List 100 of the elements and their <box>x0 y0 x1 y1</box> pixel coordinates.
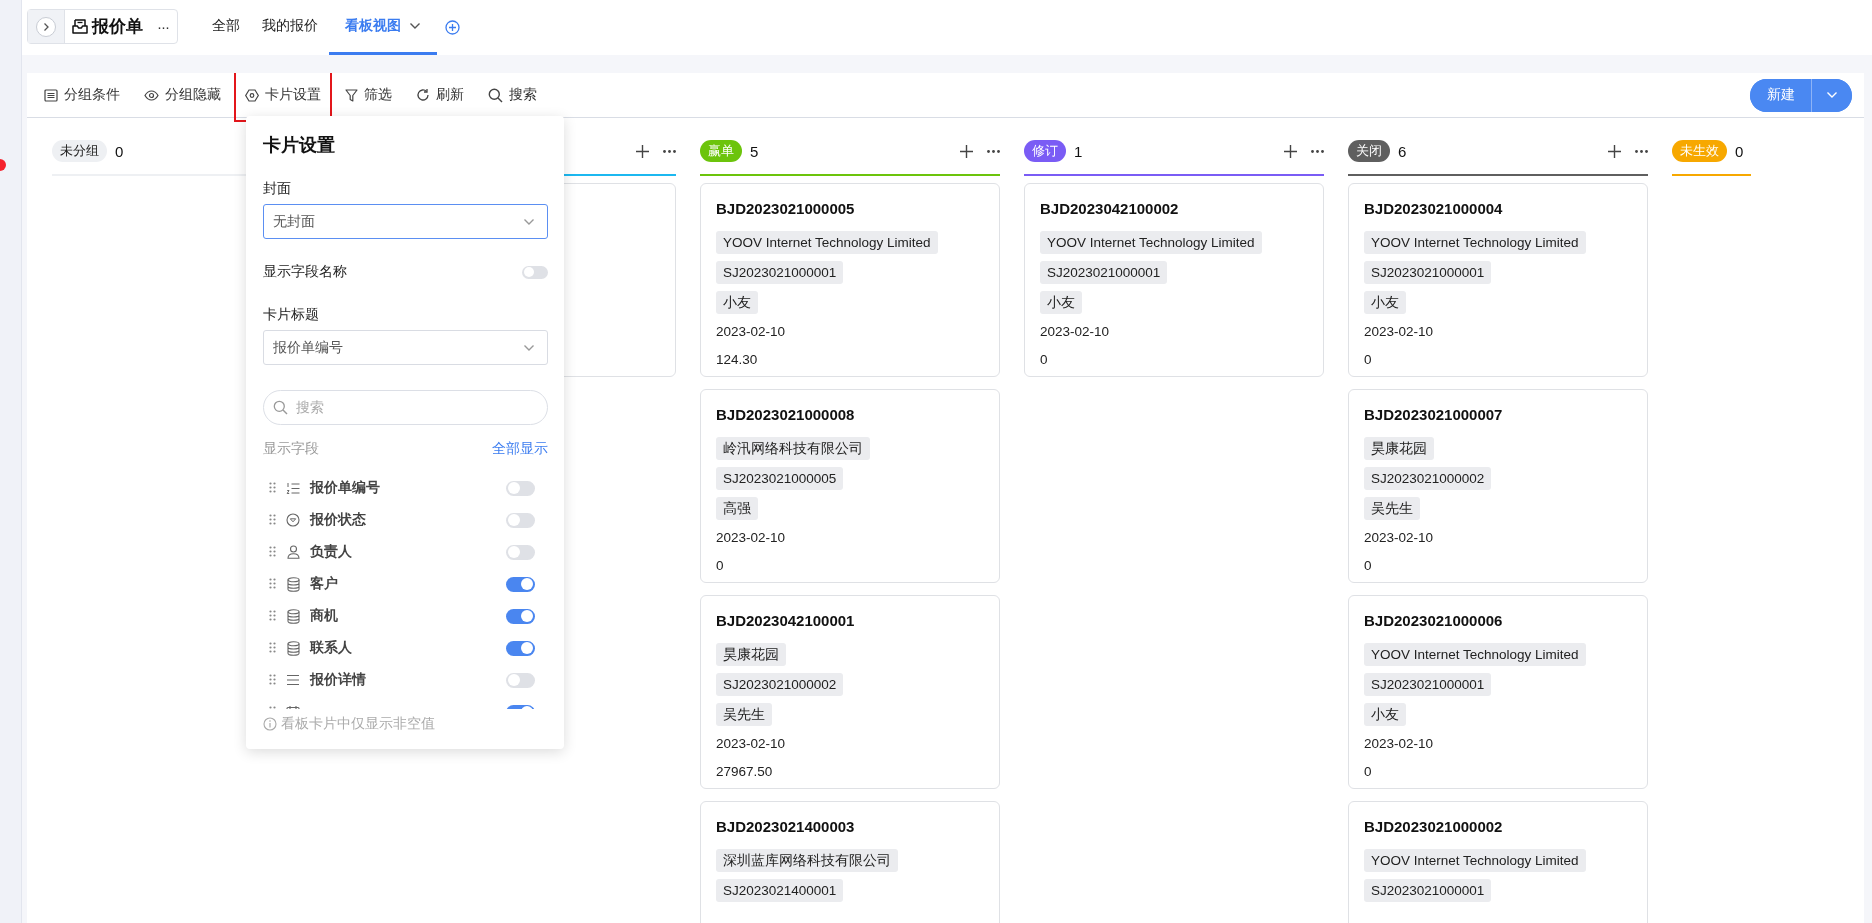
search-field[interactable]: 搜索 <box>263 390 548 425</box>
status-badge: 赢单 <box>700 140 742 162</box>
field-name: 联系人 <box>310 639 353 657</box>
toggle-switch[interactable] <box>506 608 535 624</box>
record-card[interactable]: BJD2023021000007 昊康花园 SJ2023021000002 吴先生 2023-02-10 0 <box>1348 389 1648 583</box>
field-tag: 小友 <box>716 291 758 314</box>
record-card[interactable]: BJD2023042100002 YOOV Internet Technology Limited SJ2023021000001 小友 2023-02-10 0 <box>1024 183 1324 377</box>
drag-handle-icon[interactable] <box>269 674 276 685</box>
add-view-icon[interactable] <box>445 20 460 35</box>
card-count: 6 <box>1398 142 1407 160</box>
card-title: BJD2023042100002 <box>1040 199 1180 219</box>
date-text: 2023-02-10 <box>716 735 787 753</box>
status-badge: 未生效 <box>1672 140 1727 162</box>
chevron-down-icon <box>523 217 535 226</box>
field-tag: 昊康花园 <box>716 643 786 666</box>
chevron-down-icon <box>409 22 421 30</box>
date-text: 2023-02-10 <box>1364 735 1435 753</box>
view-tab[interactable]: 看板视图 <box>329 0 437 55</box>
status-badge: 修订 <box>1024 140 1066 162</box>
settings-icon <box>245 88 259 102</box>
add-card-button[interactable] <box>1284 144 1297 158</box>
record-card[interactable]: BJD2023021000002 YOOV Internet Technology Limited SJ2023021000001 <box>1348 801 1648 923</box>
toggle-switch[interactable] <box>506 640 535 656</box>
field-tag: SJ2023021400001 <box>716 879 844 902</box>
more-icon <box>1635 149 1648 153</box>
field-name: 商机 <box>310 607 339 625</box>
card-title: BJD2023021000005 <box>716 199 856 219</box>
page-title: 报价单 <box>92 16 143 38</box>
lines-icon <box>286 674 300 686</box>
more-button[interactable]: ··· <box>157 18 169 35</box>
field-tag: 吴先生 <box>1364 497 1420 520</box>
database-icon <box>286 608 300 624</box>
record-card[interactable]: BJD2023021400003 深圳蓝库网络科技有限公司 SJ2023021400001 <box>700 801 1000 923</box>
record-card[interactable]: BJD2023021000006 YOOV Internet Technology Limited SJ2023021000001 小友 2023-02-10 0 <box>1348 595 1648 789</box>
field-name: 报价详情 <box>310 671 367 689</box>
more-icon <box>1311 149 1324 153</box>
more-icon <box>987 149 1000 153</box>
toggle-switch[interactable] <box>506 512 535 528</box>
status-badge: 关闭 <box>1348 140 1390 162</box>
toggle-switch[interactable] <box>506 672 535 688</box>
field-tag: SJ2023021000001 <box>1364 673 1492 696</box>
add-card-button[interactable] <box>1608 144 1621 158</box>
field-tag: SJ2023021000001 <box>1364 879 1492 902</box>
amount-text: 27967.50 <box>716 763 774 781</box>
drag-handle-icon[interactable] <box>269 578 276 589</box>
toolbar-button[interactable]: 分组隐藏 <box>135 80 230 110</box>
section-label: 显示字段 <box>263 440 319 458</box>
add-card-button[interactable] <box>960 144 973 158</box>
column-menu-button[interactable] <box>663 149 676 153</box>
toolbar-button[interactable]: 分组条件 <box>35 80 129 110</box>
field-tag: SJ2023021000005 <box>716 467 844 490</box>
date-text: 2023-02-10 <box>1364 323 1435 341</box>
toggle-switch[interactable] <box>506 480 535 496</box>
amount-text: 0 <box>716 557 725 575</box>
column-menu-button[interactable] <box>1635 149 1648 153</box>
chevron-down-icon <box>1826 91 1838 99</box>
date-text: 2023-02-10 <box>716 323 787 341</box>
column-menu-button[interactable] <box>1311 149 1324 153</box>
eye-icon <box>144 89 159 101</box>
toolbar-button[interactable]: 搜索 <box>479 80 546 110</box>
cover-select[interactable]: 无封面 <box>263 204 548 239</box>
hint-text: 看板卡片中仅显示非空值 <box>281 715 435 733</box>
record-card[interactable]: BJD2023042100001 昊康花园 SJ2023021000002 吴先生 2023-02-10 27967.50 <box>700 595 1000 789</box>
field-tag: YOOV Internet Technology Limited <box>1364 849 1586 872</box>
add-card-button[interactable] <box>636 144 649 158</box>
chevron-right-icon <box>41 21 51 32</box>
toolbar-button[interactable]: 刷新 <box>407 80 473 110</box>
drag-handle-icon[interactable] <box>269 642 276 653</box>
card-count: 0 <box>115 142 124 160</box>
field-tag: YOOV Internet Technology Limited <box>1040 231 1262 254</box>
record-card[interactable]: BJD2023021000008 岭汛网络科技有限公司 SJ2023021000005 高强 2023-02-10 0 <box>700 389 1000 583</box>
toolbar-button[interactable]: 筛选 <box>336 80 401 110</box>
show-all-link[interactable]: 全部显示 <box>492 439 548 459</box>
amount-text: 0 <box>1364 557 1373 575</box>
field-tag: 吴先生 <box>716 703 772 726</box>
field-tag: YOOV Internet Technology Limited <box>1364 643 1586 666</box>
toggle-switch[interactable] <box>522 265 548 279</box>
field-tag: SJ2023021000001 <box>1364 261 1492 284</box>
toggle-switch[interactable] <box>506 576 535 592</box>
panel-title: 卡片设置 <box>263 134 336 157</box>
title-select[interactable]: 报价单编号 <box>263 330 548 365</box>
view-tab[interactable]: 我的报价 <box>251 0 329 55</box>
drag-handle-icon[interactable] <box>269 482 276 493</box>
record-card[interactable]: BJD2023021000005 YOOV Internet Technology Limited SJ2023021000001 小友 2023-02-10 124.30 <box>700 183 1000 377</box>
record-card[interactable]: BJD2023021000004 YOOV Internet Technology Limited SJ2023021000001 小友 2023-02-10 0 <box>1348 183 1648 377</box>
field-name: 报价单编号 <box>310 479 381 497</box>
drag-handle-icon[interactable] <box>269 610 276 621</box>
card-title: BJD2023021000008 <box>716 405 856 425</box>
card-title: BJD2023021000006 <box>1364 611 1504 631</box>
field-tag: YOOV Internet Technology Limited <box>1364 231 1586 254</box>
field-tag: SJ2023021000001 <box>716 261 844 284</box>
column-menu-button[interactable] <box>987 149 1000 153</box>
field-label: 封面 <box>263 180 292 198</box>
view-tab[interactable]: 全部 <box>201 0 251 55</box>
drag-handle-icon[interactable] <box>269 514 276 525</box>
drag-handle-icon[interactable] <box>269 546 276 557</box>
search-icon <box>273 400 288 415</box>
toggle-switch[interactable] <box>506 544 535 560</box>
card-count: 1 <box>1074 142 1083 160</box>
more-icon <box>663 149 676 153</box>
